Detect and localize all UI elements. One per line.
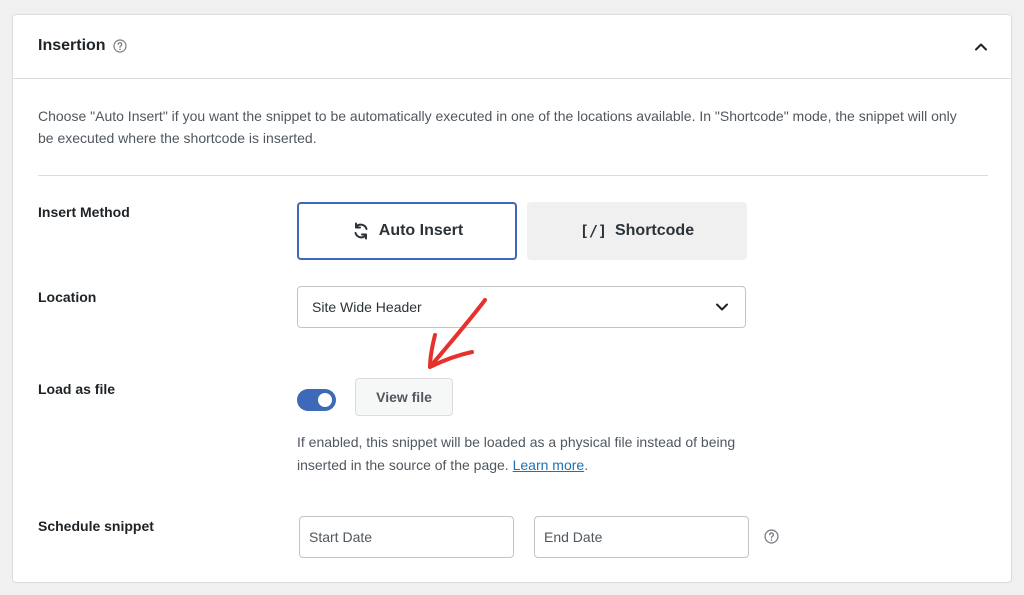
location-label: Location [38,289,97,305]
panel-header: Insertion [13,15,1011,79]
panel-title: Insertion [38,37,106,54]
insert-method-label: Insert Method [38,204,130,220]
question-circle-icon[interactable] [764,529,779,544]
shortcode-button[interactable]: [/] Shortcode [527,202,747,260]
question-circle-icon[interactable] [112,39,127,53]
load-as-file-toggle[interactable] [297,389,336,411]
shortcode-glyph-icon: [/] [579,222,607,240]
load-as-file-label: Load as file [38,381,116,397]
divider [38,175,988,176]
location-selected-value: Site Wide Header [312,299,422,315]
sync-arrows-icon [354,222,368,240]
toggle-knob [318,393,332,407]
learn-more-link[interactable]: Learn more [513,457,585,473]
shortcode-label: Shortcode [614,222,695,239]
panel-title-wrap: Insertion [38,37,127,55]
end-date-input[interactable] [534,516,749,558]
auto-insert-label: Auto Insert [378,222,464,239]
chevron-up-icon[interactable] [973,39,989,55]
insertion-description: Choose "Auto Insert" if you want the sni… [38,108,957,146]
auto-insert-button[interactable]: Auto Insert [297,202,517,260]
chevron-down-icon [716,303,728,311]
help-text-period: . [584,457,589,473]
load-as-file-help: If enabled, this snippet will be loaded … [297,431,757,477]
start-date-input[interactable] [299,516,514,558]
insertion-panel: Insertion Choose "Auto Insert" if you wa… [12,14,1012,583]
location-select[interactable]: Site Wide Header [297,286,746,328]
annotation-arrow-icon [428,298,487,369]
schedule-snippet-label: Schedule snippet [38,518,154,534]
